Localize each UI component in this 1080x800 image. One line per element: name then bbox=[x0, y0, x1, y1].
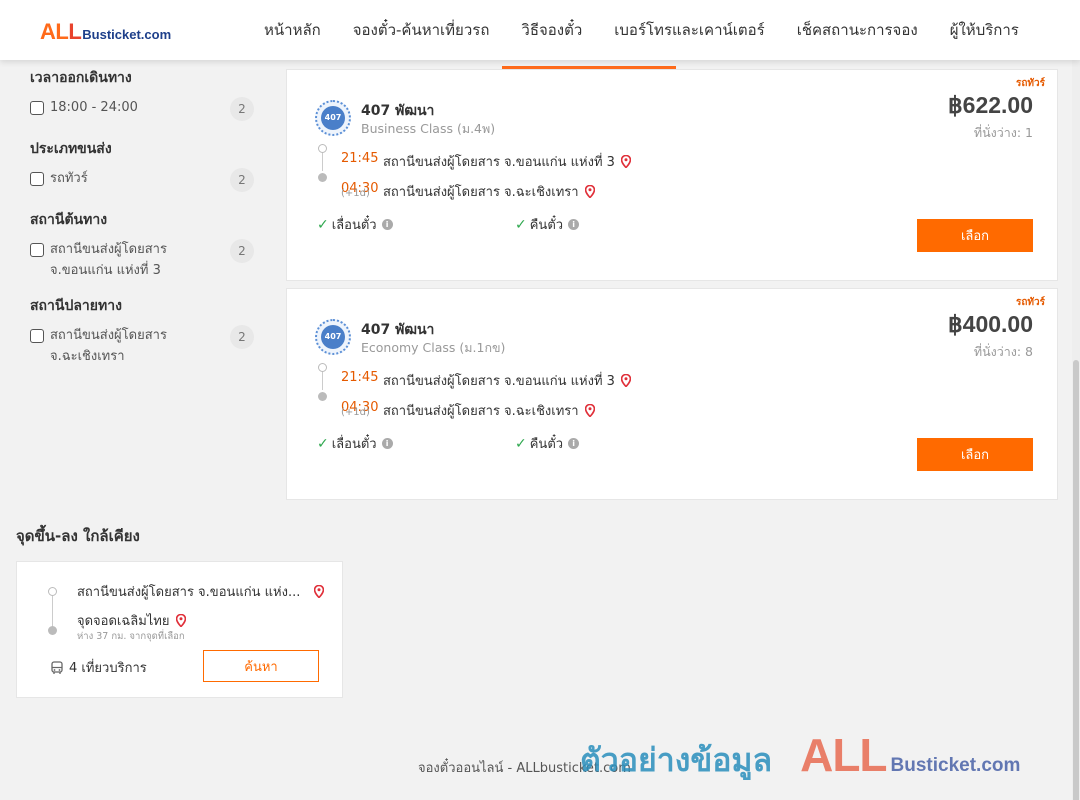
depart-station: สถานีขนส่งผู้โดยสาร จ.ขอนแก่น แห่งที่ 3 bbox=[383, 151, 631, 172]
filter-transport-type: ประเภทขนส่ง รถทัวร์ 2 bbox=[30, 138, 260, 192]
select-trip-button[interactable]: เลือก bbox=[917, 219, 1033, 252]
filter-option: สถานีขนส่งผู้โดยสาร จ.ขอนแก่น แห่งที่ 3 … bbox=[30, 239, 260, 281]
arrive-station: สถานีขนส่งผู้โดยสาร จ.ฉะเชิงเทรา bbox=[383, 400, 595, 421]
check-icon: ✓ bbox=[515, 435, 527, 452]
operator-logo-icon: 407 bbox=[315, 100, 351, 136]
nearby-section-title: จุดขึ้น-ลง ใกล้เคียง bbox=[16, 527, 140, 545]
top-header: ALL Busticket.com หน้าหลัก จองตั๋ว-ค้นหา… bbox=[0, 0, 1080, 60]
nearby-trip-count: 4 เที่ยวบริการ bbox=[50, 657, 147, 678]
active-nav-underline bbox=[502, 66, 676, 69]
filter-option: รถทัวร์ 2 bbox=[30, 168, 260, 192]
filter-count-badge: 2 bbox=[230, 168, 254, 192]
nav-book-search[interactable]: จองตั๋ว-ค้นหาเที่ยวรถ bbox=[337, 0, 506, 60]
filter-title: สถานีต้นทาง bbox=[30, 212, 108, 228]
nav-home[interactable]: หน้าหลัก bbox=[248, 0, 337, 60]
filter-option-label[interactable]: สถานีขนส่งผู้โดยสาร จ.ฉะเชิงเทรา bbox=[50, 325, 200, 367]
arrive-dot-icon bbox=[318, 392, 327, 401]
depart-dot-icon bbox=[318, 363, 327, 372]
nearby-route-card: สถานีขนส่งผู้โดยสาร จ.ขอนแก่น แห่ง... จุ… bbox=[16, 561, 343, 698]
watermark-busticket-text: Busticket.com bbox=[890, 755, 1021, 776]
select-trip-button[interactable]: เลือก bbox=[917, 438, 1033, 471]
seats-available: ที่นั่งว่าง: 1 bbox=[973, 125, 1033, 140]
depart-time: 21:45 bbox=[341, 151, 379, 166]
bus-class: Business Class (ม.4พ) bbox=[361, 121, 496, 136]
bus-icon bbox=[51, 660, 63, 674]
check-icon: ✓ bbox=[317, 216, 329, 233]
trip-price: ฿400.00 bbox=[948, 311, 1033, 337]
nav-how-to-book[interactable]: วิธีจองตั๋ว bbox=[505, 0, 598, 60]
trip-card: รถทัวร์ 407 407 พัฒนา Business Class (ม.… bbox=[286, 69, 1058, 281]
filter-checkbox[interactable] bbox=[30, 243, 44, 257]
feature-reschedule: ✓ เลื่อนตั๋ว i bbox=[317, 433, 393, 454]
from-dot-icon bbox=[48, 587, 57, 596]
operator-logo-icon: 407 bbox=[315, 319, 351, 355]
depart-time: 21:45 bbox=[341, 370, 379, 385]
nearby-search-button[interactable]: ค้นหา bbox=[203, 650, 319, 682]
check-icon: ✓ bbox=[317, 435, 329, 452]
filter-title: สถานีปลายทาง bbox=[30, 298, 122, 314]
filter-option: สถานีขนส่งผู้โดยสาร จ.ฉะเชิงเทรา 2 bbox=[30, 325, 260, 367]
map-pin-icon[interactable] bbox=[314, 585, 325, 598]
info-icon[interactable]: i bbox=[568, 438, 580, 449]
depart-station: สถานีขนส่งผู้โดยสาร จ.ขอนแก่น แห่งที่ 3 bbox=[383, 370, 631, 391]
route-line bbox=[52, 595, 53, 629]
watermark-all-text: ALL bbox=[800, 729, 887, 781]
bus-class: Economy Class (ม.1กข) bbox=[361, 340, 506, 355]
map-pin-icon[interactable] bbox=[620, 155, 631, 168]
depart-dot-icon bbox=[318, 144, 327, 153]
nearby-from-station: สถานีขนส่งผู้โดยสาร จ.ขอนแก่น แห่ง... bbox=[77, 581, 325, 602]
filter-title: เวลาออกเดินทาง bbox=[30, 70, 132, 86]
filter-count-badge: 2 bbox=[230, 325, 254, 349]
filter-option-label[interactable]: 18:00 - 24:00 bbox=[50, 97, 200, 118]
main-nav: หน้าหลัก จองตั๋ว-ค้นหาเที่ยวรถ วิธีจองตั… bbox=[248, 0, 1035, 60]
nearby-to-stop: จุดจอดเฉลิมไทย bbox=[77, 610, 186, 631]
transport-tag: รถทัวร์ bbox=[1015, 297, 1045, 308]
logo-busticket-text: Busticket.com bbox=[82, 27, 172, 42]
filter-departure-time: เวลาออกเดินทาง 18:00 - 24:00 2 bbox=[30, 67, 260, 121]
page-scrollbar[interactable] bbox=[1072, 60, 1080, 800]
nav-check-booking[interactable]: เช็คสถานะการจอง bbox=[781, 0, 934, 60]
filter-checkbox[interactable] bbox=[30, 329, 44, 343]
filter-title: ประเภทขนส่ง bbox=[30, 141, 112, 157]
logo-all-text: ALL bbox=[40, 19, 82, 44]
info-icon[interactable]: i bbox=[568, 219, 580, 230]
filter-checkbox[interactable] bbox=[30, 172, 44, 186]
transport-tag: รถทัวร์ bbox=[1015, 78, 1045, 89]
filter-option: 18:00 - 24:00 2 bbox=[30, 97, 260, 121]
sample-data-watermark: ตัวอย่างข้อมูล ALL Busticket.com bbox=[580, 728, 1020, 786]
arrive-dot-icon bbox=[318, 173, 327, 182]
day-offset: (+1d) bbox=[341, 188, 370, 199]
watermark-thai-text: ตัวอย่างข้อมูล bbox=[580, 741, 773, 779]
feature-refund: ✓ คืนตั๋ว i bbox=[515, 433, 580, 454]
nav-operators[interactable]: ผู้ให้บริการ bbox=[934, 0, 1035, 60]
trip-price: ฿622.00 bbox=[948, 92, 1033, 118]
nearby-distance: ห่าง 37 กม. จากจุดที่เลือก bbox=[77, 631, 185, 642]
scrollbar-thumb[interactable] bbox=[1073, 360, 1079, 800]
trip-card: รถทัวร์ 407 407 พัฒนา Economy Class (ม.1… bbox=[286, 288, 1058, 500]
map-pin-icon[interactable] bbox=[584, 404, 595, 417]
map-pin-icon[interactable] bbox=[175, 614, 186, 627]
map-pin-icon[interactable] bbox=[620, 374, 631, 387]
to-dot-icon bbox=[48, 626, 57, 635]
filter-count-badge: 2 bbox=[230, 239, 254, 263]
filter-origin-station: สถานีต้นทาง สถานีขนส่งผู้โดยสาร จ.ขอนแก่… bbox=[30, 209, 260, 281]
info-icon[interactable]: i bbox=[381, 219, 393, 230]
day-offset: (+1d) bbox=[341, 407, 370, 418]
check-icon: ✓ bbox=[515, 216, 527, 233]
filter-checkbox[interactable] bbox=[30, 101, 44, 115]
filter-destination-station: สถานีปลายทาง สถานีขนส่งผู้โดยสาร จ.ฉะเชิ… bbox=[30, 295, 260, 367]
feature-refund: ✓ คืนตั๋ว i bbox=[515, 214, 580, 235]
filter-option-label[interactable]: สถานีขนส่งผู้โดยสาร จ.ขอนแก่น แห่งที่ 3 bbox=[50, 239, 200, 281]
arrive-station: สถานีขนส่งผู้โดยสาร จ.ฉะเชิงเทรา bbox=[383, 181, 595, 202]
info-icon[interactable]: i bbox=[381, 438, 393, 449]
map-pin-icon[interactable] bbox=[584, 185, 595, 198]
nav-contact-counters[interactable]: เบอร์โทรและเคาน์เตอร์ bbox=[598, 0, 780, 60]
filter-count-badge: 2 bbox=[230, 97, 254, 121]
filter-option-label[interactable]: รถทัวร์ bbox=[50, 168, 200, 189]
feature-reschedule: ✓ เลื่อนตั๋ว i bbox=[317, 214, 393, 235]
seats-available: ที่นั่งว่าง: 8 bbox=[973, 344, 1033, 359]
site-logo[interactable]: ALL Busticket.com bbox=[40, 19, 171, 45]
